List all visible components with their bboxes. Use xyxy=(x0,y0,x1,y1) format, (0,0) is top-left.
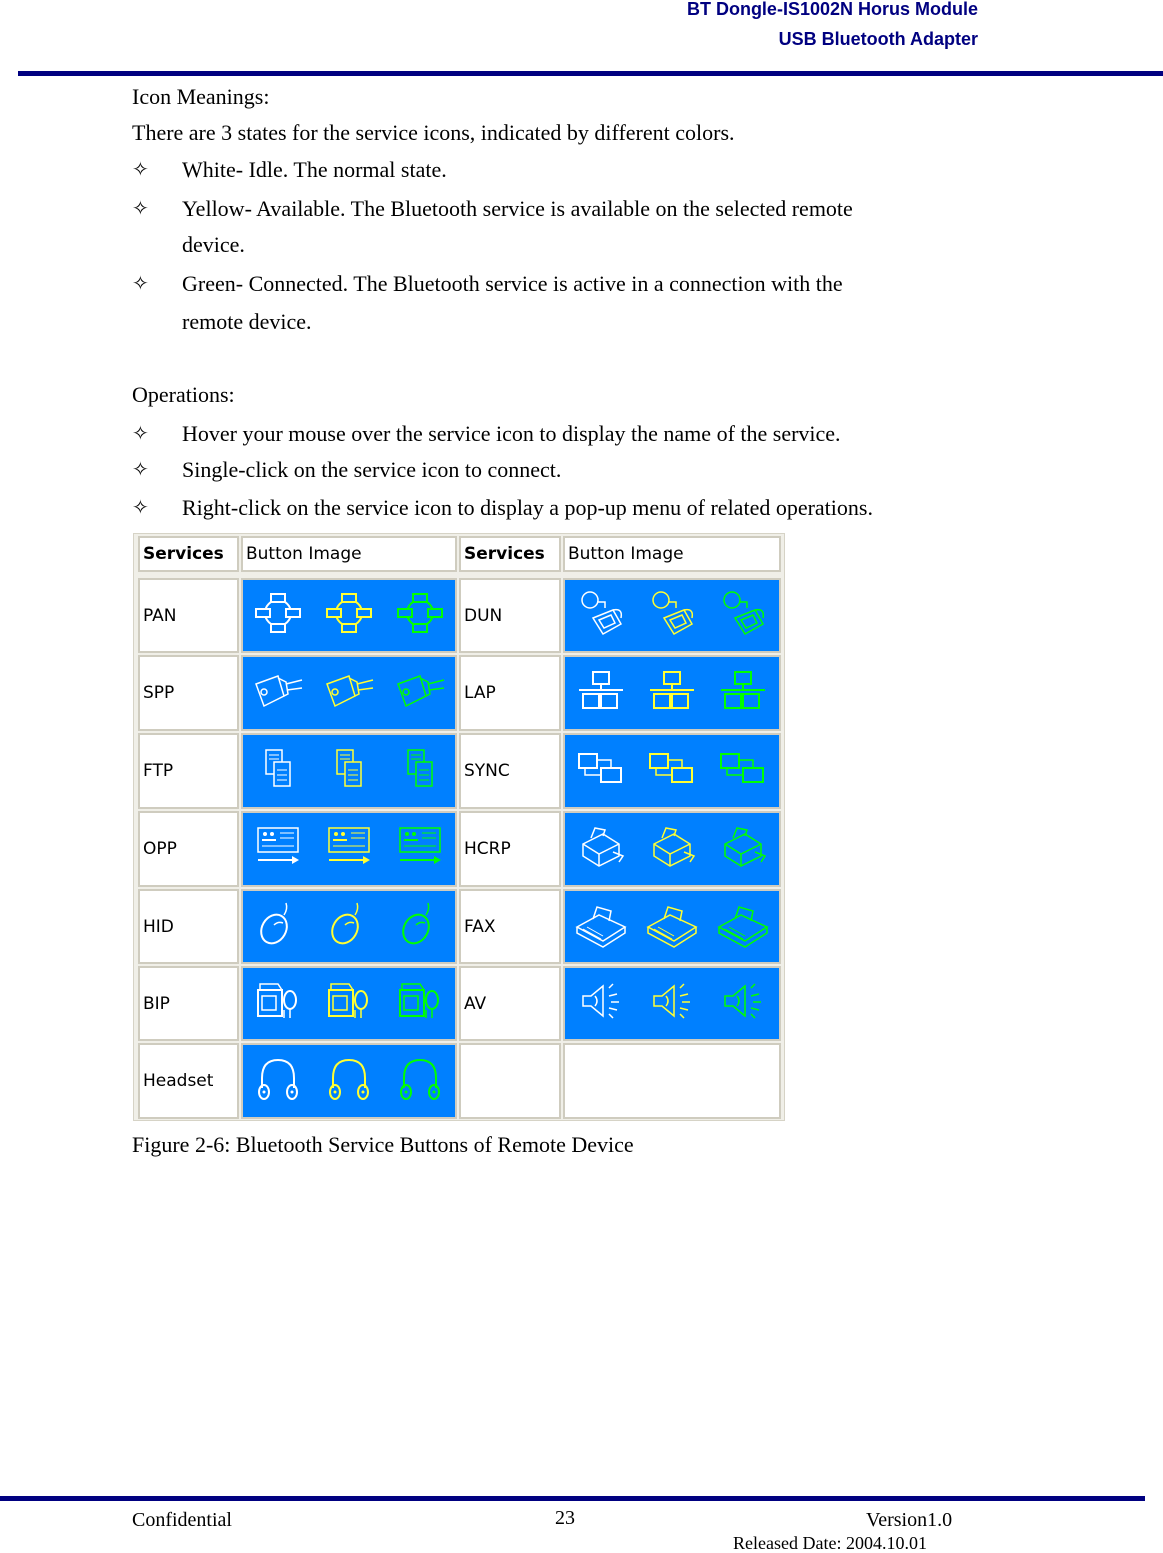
column-header-services: Services xyxy=(459,536,561,572)
service-button-image-cell xyxy=(563,655,781,731)
serial-plug-icon[interactable] xyxy=(392,666,448,721)
speaker-icon[interactable] xyxy=(573,976,629,1031)
service-button-image-cell xyxy=(241,889,457,964)
icon-meanings-intro: There are 3 states for the service icons… xyxy=(132,120,735,145)
service-name-cell: OPP xyxy=(138,811,239,887)
bullet-icon: ✧ xyxy=(132,497,149,519)
service-buttons-figure: Services Button Image Services Button Image… xyxy=(133,533,785,1121)
printer-icon[interactable] xyxy=(715,822,771,877)
fax-icon[interactable] xyxy=(644,899,700,954)
state-item-connected-cont: remote device. xyxy=(182,309,312,334)
headset-icon[interactable] xyxy=(392,1054,448,1109)
camera-icon[interactable] xyxy=(321,976,377,1031)
bullet-icon: ✧ xyxy=(132,159,149,181)
lan-access-icon[interactable] xyxy=(573,666,629,721)
bullet-icon: ✧ xyxy=(132,273,149,295)
service-button-image-cell xyxy=(563,811,781,887)
bullet-icon: ✧ xyxy=(132,459,149,481)
service-button-image-cell xyxy=(563,578,781,653)
sync-icon[interactable] xyxy=(573,744,629,799)
column-header-button-image: Button Image xyxy=(563,536,781,572)
mouse-icon[interactable] xyxy=(392,899,448,954)
state-item-connected: Green- Connected. The Bluetooth service … xyxy=(182,271,843,296)
fax-icon[interactable] xyxy=(573,899,629,954)
state-item-idle: White- Idle. The normal state. xyxy=(182,157,447,182)
printer-icon[interactable] xyxy=(644,822,700,877)
network-ring-icon[interactable] xyxy=(392,588,448,643)
file-transfer-icon[interactable] xyxy=(392,744,448,799)
file-transfer-icon[interactable] xyxy=(250,744,306,799)
dialup-phone-icon[interactable] xyxy=(573,588,629,643)
network-ring-icon[interactable] xyxy=(250,588,306,643)
operation-item: Single-click on the service icon to conn… xyxy=(182,457,562,482)
mouse-icon[interactable] xyxy=(250,899,306,954)
speaker-icon[interactable] xyxy=(644,976,700,1031)
lan-access-icon[interactable] xyxy=(644,666,700,721)
bullet-icon: ✧ xyxy=(132,423,149,445)
sync-icon[interactable] xyxy=(715,744,771,799)
service-name-cell: AV xyxy=(459,966,561,1041)
object-push-icon[interactable] xyxy=(392,822,448,877)
service-button-image-cell xyxy=(563,733,781,809)
service-name-cell: HID xyxy=(138,889,239,964)
service-name-cell: DUN xyxy=(459,578,561,653)
object-push-icon[interactable] xyxy=(250,822,306,877)
figure-caption: Figure 2-6: Bluetooth Service Buttons of… xyxy=(132,1132,634,1157)
file-transfer-icon[interactable] xyxy=(321,744,377,799)
service-button-image-cell xyxy=(241,966,457,1041)
service-name-cell: FAX xyxy=(459,889,561,964)
camera-icon[interactable] xyxy=(392,976,448,1031)
mouse-icon[interactable] xyxy=(321,899,377,954)
operation-item: Right-click on the service icon to displ… xyxy=(182,495,873,520)
column-header-services: Services xyxy=(138,536,239,572)
service-button-image-cell xyxy=(241,1043,457,1119)
object-push-icon[interactable] xyxy=(321,822,377,877)
lan-access-icon[interactable] xyxy=(715,666,771,721)
service-name-cell: HCRP xyxy=(459,811,561,887)
serial-plug-icon[interactable] xyxy=(250,666,306,721)
service-name-cell: PAN xyxy=(138,578,239,653)
headset-icon[interactable] xyxy=(321,1054,377,1109)
speaker-icon[interactable] xyxy=(715,976,771,1031)
footer-released-date: Released Date: 2004.10.01 xyxy=(733,1533,927,1553)
service-button-image-cell xyxy=(241,733,457,809)
header-rule xyxy=(18,71,1163,76)
serial-plug-icon[interactable] xyxy=(321,666,377,721)
bullet-icon: ✧ xyxy=(132,198,149,220)
footer-confidential: Confidential xyxy=(132,1509,232,1531)
operations-title: Operations: xyxy=(132,382,235,407)
network-ring-icon[interactable] xyxy=(321,588,377,643)
dialup-phone-icon[interactable] xyxy=(644,588,700,643)
headset-icon[interactable] xyxy=(250,1054,306,1109)
icon-meanings-title: Icon Meanings: xyxy=(132,84,270,109)
sync-icon[interactable] xyxy=(644,744,700,799)
service-button-image-cell xyxy=(241,811,457,887)
service-name-cell xyxy=(459,1043,561,1119)
service-button-image-cell xyxy=(241,578,457,653)
header-title: BT Dongle-IS1002N Horus Module xyxy=(686,0,978,19)
header-subtitle: USB Bluetooth Adapter xyxy=(778,29,978,49)
service-name-cell: BIP xyxy=(138,966,239,1041)
camera-icon[interactable] xyxy=(250,976,306,1031)
column-header-button-image: Button Image xyxy=(241,536,457,572)
page-number: 23 xyxy=(555,1507,575,1529)
service-name-cell: SYNC xyxy=(459,733,561,809)
service-name-cell: LAP xyxy=(459,655,561,731)
state-item-available-cont: device. xyxy=(182,232,245,257)
fax-icon[interactable] xyxy=(715,899,771,954)
empty-cell xyxy=(563,1043,781,1119)
printer-icon[interactable] xyxy=(573,822,629,877)
footer-rule xyxy=(0,1496,1145,1501)
footer-version: Version1.0 xyxy=(866,1509,953,1531)
service-name-cell: Headset xyxy=(138,1043,239,1119)
operation-item: Hover your mouse over the service icon t… xyxy=(182,421,841,446)
service-button-image-cell xyxy=(563,966,781,1041)
service-name-cell: FTP xyxy=(138,733,239,809)
service-button-image-cell xyxy=(241,655,457,731)
service-name-cell: SPP xyxy=(138,655,239,731)
service-button-image-cell xyxy=(563,889,781,964)
state-item-available: Yellow- Available. The Bluetooth service… xyxy=(182,196,853,221)
dialup-phone-icon[interactable] xyxy=(715,588,771,643)
